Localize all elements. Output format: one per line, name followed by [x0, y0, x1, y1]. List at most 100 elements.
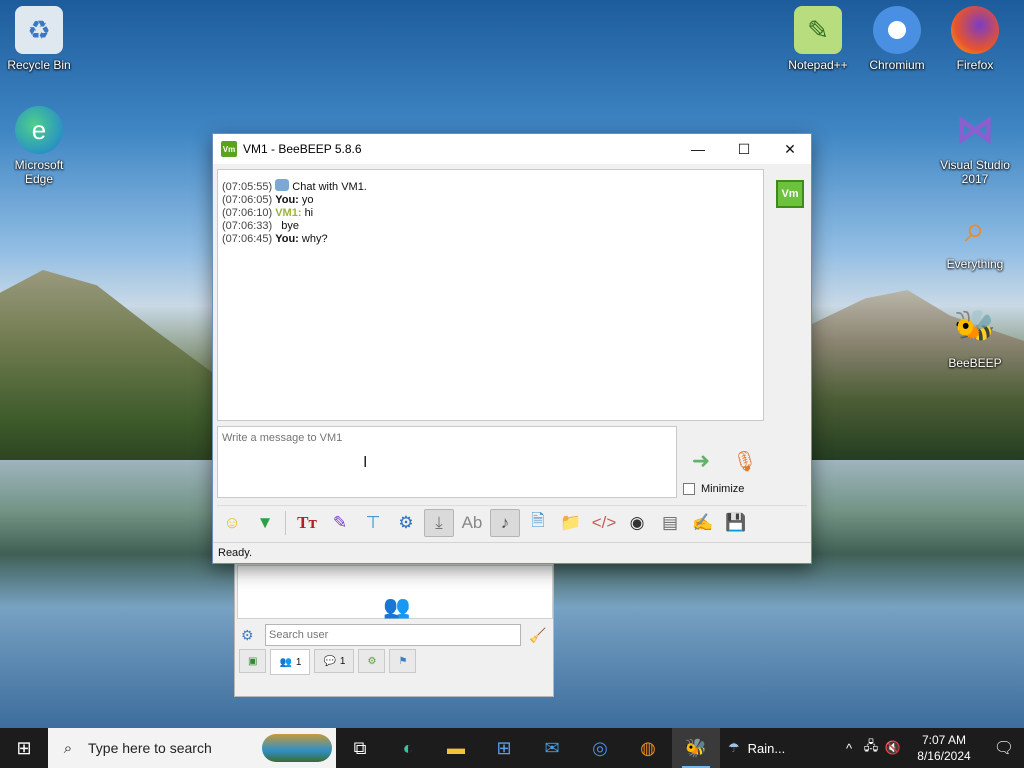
maximize-window-button[interactable]: ☐: [721, 134, 767, 164]
desktop-icon-recycle-bin[interactable]: ♻ Recycle Bin: [1, 6, 77, 72]
message-sender: You:: [275, 194, 299, 206]
taskbar-firefox[interactable]: ◍: [624, 728, 672, 768]
clear-search-icon[interactable]: 🧹: [529, 627, 546, 644]
desktop-icon-firefox[interactable]: Firefox: [937, 6, 1013, 72]
everything-icon: ⌕: [964, 208, 986, 249]
close-window-button[interactable]: ✕: [767, 134, 813, 164]
expand-button[interactable]: ▼: [250, 509, 280, 537]
taskbar-store[interactable]: ⊞: [480, 728, 528, 768]
desktop-icon-everything[interactable]: ⌕ Everything: [937, 205, 1013, 272]
code-icon: </>: [591, 512, 617, 532]
film-icon: ▤: [661, 512, 679, 532]
search-user-input[interactable]: [265, 624, 521, 646]
desktop-icon-label: Firefox: [956, 58, 994, 72]
minimize-checkbox-box[interactable]: [683, 483, 695, 495]
desktop-icon-notepadpp[interactable]: ✎ Notepad++: [780, 6, 856, 72]
taskbar-file-explorer[interactable]: ▬: [432, 728, 480, 768]
message-text: why?: [301, 233, 328, 245]
tab-users[interactable]: 👥 1: [270, 649, 311, 675]
tab-shares[interactable]: ⚑: [389, 649, 417, 673]
taskbar-edge[interactable]: ◐: [384, 728, 432, 768]
font-icon: Tт: [297, 512, 317, 532]
users-window: 👥 ⚙ 🧹 ▣ 👥 1 💬 1 ⚙ ⚑: [234, 560, 554, 697]
tab-groups[interactable]: ⚙: [358, 649, 386, 673]
send-folder-button[interactable]: 📁: [556, 509, 586, 537]
desktop-icon-label: BeeBEEP: [948, 356, 1002, 370]
chevron-down-icon: ▼: [256, 512, 274, 532]
taskbar-search[interactable]: ⌕ Type here to search: [48, 728, 336, 768]
tab-chats[interactable]: 💬 1: [314, 649, 355, 673]
voice-message-button[interactable]: 🎙: [731, 446, 759, 476]
desktop-icon-label: Notepad++: [788, 58, 848, 72]
message-time: (07:06:45): [222, 233, 273, 245]
emoticons-button[interactable]: ☺: [217, 509, 247, 537]
contact-avatar[interactable]: Vm: [776, 180, 804, 208]
chromium-icon: ◎: [592, 737, 608, 758]
chat-message: (07:06:05) You: yo: [222, 194, 759, 207]
sound-button[interactable]: ♪: [490, 508, 520, 537]
edit-button[interactable]: ✍: [688, 509, 718, 537]
network-icon[interactable]: 🖧: [860, 737, 882, 759]
taskbar-search-placeholder: Type here to search: [88, 740, 212, 756]
message-text: Chat with VM1.: [292, 181, 367, 193]
edge-icon: e: [15, 106, 63, 154]
chevron-up-icon[interactable]: ^: [838, 741, 860, 756]
taskbar-mail[interactable]: ✉: [528, 728, 576, 768]
taskbar-clock[interactable]: 7:07 AM 8/16/2024: [904, 732, 984, 764]
html-button[interactable]: </>: [589, 509, 619, 537]
wallpaper-mountain-left: [0, 270, 215, 460]
floppy-icon: 💾: [725, 512, 747, 532]
desktop-icon-beebeep[interactable]: 🐝 BeeBEEP: [937, 304, 1013, 370]
status-text: Ready.: [218, 547, 253, 559]
start-button[interactable]: ⊞: [0, 728, 48, 768]
desktop-icon-label: Recycle Bin: [7, 58, 71, 72]
filter-button[interactable]: ⊤: [358, 509, 388, 537]
weather-widget[interactable]: ☂ Rain...: [720, 728, 793, 768]
color-pencil-icon: ✎: [332, 512, 348, 532]
home-tab-icon: ▣: [248, 655, 258, 667]
visual-studio-icon: ⋈: [956, 109, 994, 151]
microphone-icon: 🎙: [732, 450, 758, 473]
titlebar[interactable]: Vm VM1 - BeeBEEP 5.8.6 — ☐ ✕: [213, 134, 811, 164]
font-button[interactable]: Tт: [292, 509, 322, 537]
firefox-icon: [951, 6, 999, 54]
desktop-icon-edge[interactable]: e Microsoft Edge: [1, 106, 77, 186]
volume-muted-icon[interactable]: 🔇: [882, 740, 904, 756]
store-icon: ⊞: [496, 737, 512, 758]
chats-tab-count: 1: [339, 655, 346, 667]
desktop-icon-label: Chromium: [869, 58, 925, 72]
save-button[interactable]: 💾: [721, 509, 751, 537]
chromium-icon: [873, 6, 921, 54]
chat-bubble-icon: [275, 179, 290, 191]
font-color-button[interactable]: ✎: [325, 509, 355, 537]
camera-icon: ◉: [629, 512, 645, 532]
clear-chat-button[interactable]: ▤: [655, 509, 685, 537]
notification-center-icon[interactable]: 🗨: [984, 738, 1024, 758]
send-file-button[interactable]: 🗎: [523, 509, 553, 537]
send-message-button[interactable]: ➜: [683, 446, 719, 476]
desktop-icon-chromium[interactable]: Chromium: [859, 6, 935, 72]
message-time: (07:06:10): [222, 207, 273, 219]
gear-icon: ⚙: [398, 512, 414, 532]
minimize-checkbox[interactable]: Minimize: [683, 483, 744, 495]
umbrella-rain-icon: ☂: [728, 740, 740, 755]
settings-button[interactable]: ⚙: [391, 509, 421, 537]
desktop-icon-label: Everything: [946, 257, 1004, 271]
minimize-window-button[interactable]: —: [675, 134, 721, 164]
windows-logo-icon: ⊞: [16, 737, 32, 758]
chat-history[interactable]: (07:05:55) Chat with VM1. (07:06:05) You…: [217, 169, 764, 421]
clock-time: 7:07 AM: [921, 733, 967, 747]
taskbar-beebeep[interactable]: 🐝: [672, 728, 720, 768]
search-user-icon: ⚙: [241, 626, 254, 643]
minimize-checkbox-label: Minimize: [701, 483, 745, 495]
beebeep-icon: 🐝: [953, 309, 997, 347]
firefox-icon: ◍: [640, 737, 656, 758]
save-chat-button[interactable]: ⤓: [424, 508, 454, 537]
taskbar-chromium[interactable]: ◎: [576, 728, 624, 768]
desktop-icon-visual-studio[interactable]: ⋈ Visual Studio 2017: [937, 106, 1013, 186]
taskbar-task-view[interactable]: ⧉: [336, 728, 384, 768]
spell-check-button[interactable]: Ab: [457, 509, 487, 537]
message-input[interactable]: [217, 426, 677, 498]
screenshot-button[interactable]: ◉: [622, 509, 652, 537]
tab-home[interactable]: ▣: [239, 649, 267, 673]
